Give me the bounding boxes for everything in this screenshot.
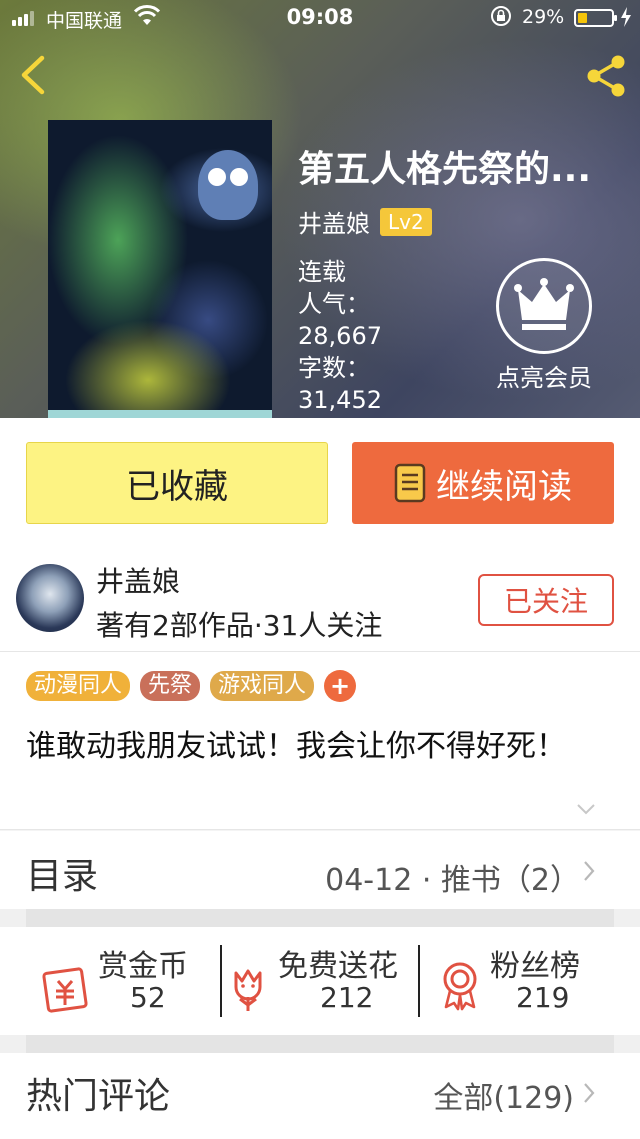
chevron-right-icon [584,1083,595,1103]
chevron-down-icon[interactable] [576,802,596,816]
hot-comments-header[interactable]: 热门评论 全部(129) [0,1053,640,1139]
share-button[interactable] [584,54,628,98]
stat-divider [220,945,222,1017]
fan-ranking-value: 219 [516,981,570,1014]
section-divider [0,1035,640,1053]
reward-coins-button[interactable]: 赏金币 52 [42,941,212,1021]
vip-label: 点亮会员 [496,364,592,392]
book-author-row[interactable]: 井盖娘 Lv2 [298,204,432,239]
all-comments-link[interactable]: 全部(129) [433,1073,574,1117]
book-meta: 连载 人气： 28,667 字数： 31,452 [298,256,382,416]
tag-list: 动漫同人 先祭 游戏同人 + [26,670,357,702]
avatar[interactable] [16,564,84,632]
stat-divider [418,945,420,1017]
book-author[interactable]: 井盖娘 [298,204,370,239]
status-bar: 中国联通 09:08 29% [0,0,640,36]
popularity-value: 28,667 [298,322,382,350]
medal-icon [443,962,477,1011]
chevron-right-icon [584,861,595,881]
tag-item[interactable]: 游戏同人 [210,671,315,701]
catalog-info: 04-12 · 推书（2） [325,863,580,898]
catalog-label: 目录 [26,856,99,897]
crown-icon [496,258,592,354]
charging-icon [621,7,631,27]
reward-coins-value: 52 [130,981,166,1014]
author-name[interactable]: 井盖娘 [96,560,180,600]
cover-owl-art [198,150,258,220]
book-status: 连载 [298,258,346,286]
free-flower-button[interactable]: 免费送花 212 [228,941,418,1021]
book-intro: 谁敢动我朋友试试！我会让你不得好死！ [26,729,566,764]
flower-icon [234,969,262,1011]
popularity-label: 人气： [298,290,370,318]
wordcount-label: 字数： [298,354,370,382]
vip-button[interactable]: 点亮会员 [484,258,604,393]
tag-item[interactable]: 动漫同人 [26,671,131,701]
battery-percent: 29% [522,6,565,28]
battery-icon [574,9,617,27]
book-cover[interactable] [48,120,272,418]
author-stats: 著有2部作品·31人关注 [96,609,383,642]
level-badge: Lv2 [380,207,432,236]
continue-reading-label: 继续阅读 [436,466,572,507]
collected-button[interactable]: 已收藏 [26,442,328,524]
red-envelope-icon [42,967,88,1013]
book-icon [394,463,426,503]
book-title: 第五人格先祭的... [298,149,592,190]
fan-ranking-label: 粉丝榜 [490,949,580,984]
hot-comments-label: 热门评论 [26,1076,171,1117]
book-header: 中国联通 09:08 29% 第五人格先祭的... 井盖娘 Lv2 连载 人气：… [0,0,640,418]
free-flower-label: 免费送花 [278,949,398,984]
section-divider [0,909,640,927]
wordcount-value: 31,452 [298,386,382,414]
intro-section: 动漫同人 先祭 游戏同人 + 谁敢动我朋友试试！我会让你不得好死！ [0,652,640,830]
fan-ranking-button[interactable]: 粉丝榜 219 [440,941,610,1021]
continue-reading-button[interactable]: 继续阅读 [352,442,614,524]
back-button[interactable] [16,54,52,96]
tag-item[interactable]: 先祭 [140,671,201,701]
reward-coins-label: 赏金币 [98,949,188,984]
catalog-row[interactable]: 目录 04-12 · 推书（2） [0,831,640,909]
author-card: 井盖娘 著有2部作品·31人关注 已关注 [0,544,640,652]
add-tag-button[interactable]: + [324,670,357,702]
free-flower-value: 212 [320,981,374,1014]
rotation-lock-icon [491,6,511,26]
action-bar: 已收藏 继续阅读 [0,418,640,544]
stats-row: 赏金币 52 免费送花 212 粉丝榜 219 [0,927,640,1035]
follow-button[interactable]: 已关注 [478,574,614,626]
